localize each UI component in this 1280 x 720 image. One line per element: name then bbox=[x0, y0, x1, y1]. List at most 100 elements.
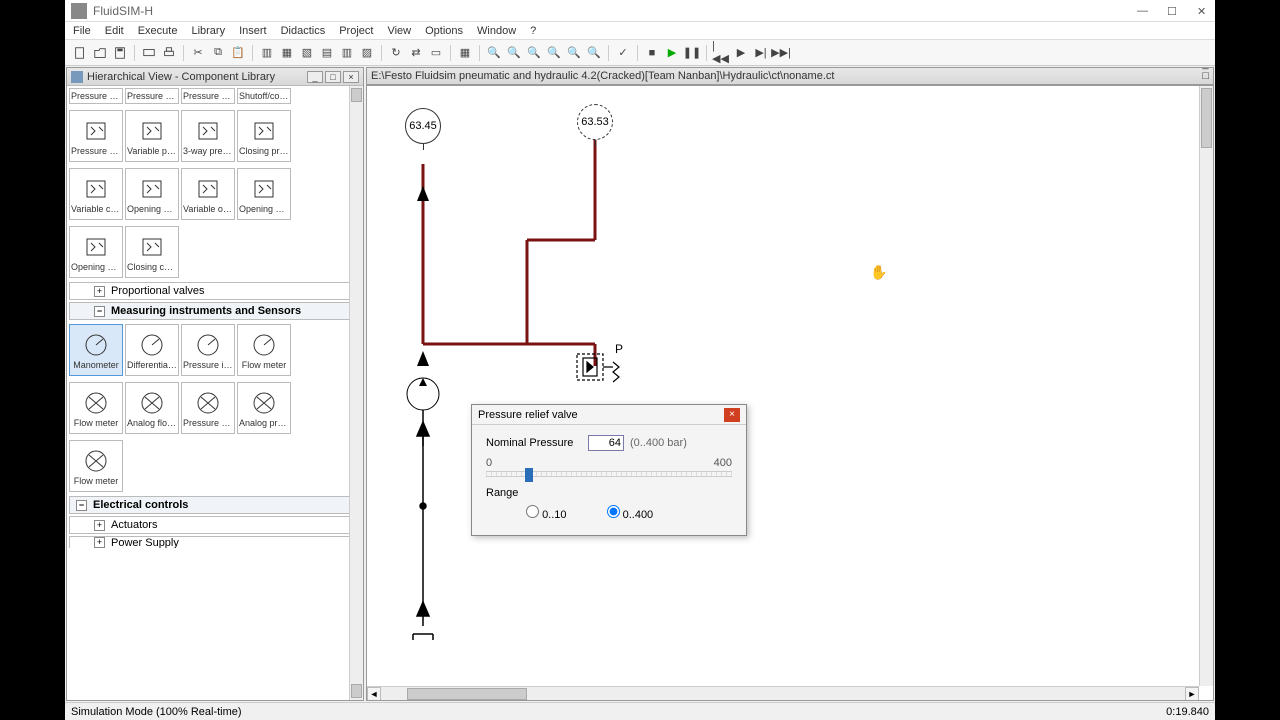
play-icon[interactable]: ▶ bbox=[663, 44, 681, 62]
new-icon[interactable] bbox=[71, 44, 89, 62]
menu-insert[interactable]: Insert bbox=[239, 25, 267, 37]
dialog-titlebar[interactable]: Pressure relief valve × bbox=[472, 405, 746, 425]
print-preview-icon[interactable] bbox=[140, 44, 158, 62]
menu-edit[interactable]: Edit bbox=[105, 25, 124, 37]
vscroll-thumb[interactable] bbox=[1201, 88, 1212, 148]
align-top-icon[interactable]: ▤ bbox=[318, 44, 336, 62]
print-icon[interactable] bbox=[160, 44, 178, 62]
tree-electrical-controls[interactable]: − Electrical controls bbox=[69, 496, 361, 514]
stop-icon[interactable]: ■ bbox=[643, 44, 661, 62]
scroll-up-button[interactable] bbox=[351, 88, 362, 102]
align-right-icon[interactable]: ▧ bbox=[298, 44, 316, 62]
component-variable-pre-[interactable]: Variable pre... bbox=[125, 110, 179, 162]
component-opening-car-[interactable]: Opening car... bbox=[237, 168, 291, 220]
library-scrollbar[interactable] bbox=[349, 86, 363, 700]
tree-measuring-instruments[interactable]: − Measuring instruments and Sensors bbox=[69, 302, 361, 320]
component-flow-meter[interactable]: Flow meter bbox=[237, 324, 291, 376]
zoom-reduce-icon[interactable]: 🔍 bbox=[585, 44, 603, 62]
component-manometer[interactable]: Manometer bbox=[69, 324, 123, 376]
align-left-icon[interactable]: ▥ bbox=[258, 44, 276, 62]
zoom-out-icon[interactable]: 🔍 bbox=[505, 44, 523, 62]
hscroll-left-button[interactable]: ◄ bbox=[367, 687, 381, 701]
copy-icon[interactable]: ⧉ bbox=[209, 44, 227, 62]
component-differential-[interactable]: Differential ... bbox=[125, 324, 179, 376]
panel-max-button[interactable]: □ bbox=[325, 71, 341, 83]
zoom-in-icon[interactable]: 🔍 bbox=[485, 44, 503, 62]
component-pressure-in-[interactable]: Pressure in... bbox=[181, 324, 235, 376]
scroll-down-button[interactable] bbox=[351, 684, 362, 698]
range-0-400-radio[interactable]: 0..400 bbox=[607, 505, 654, 521]
collapse-icon[interactable]: − bbox=[76, 500, 87, 511]
menu-file[interactable]: File bbox=[73, 25, 91, 37]
group-icon[interactable]: ▭ bbox=[427, 44, 445, 62]
align-mid-icon[interactable]: ▥ bbox=[338, 44, 356, 62]
menu-library[interactable]: Library bbox=[191, 25, 225, 37]
save-icon[interactable] bbox=[111, 44, 129, 62]
paste-icon[interactable]: 📋 bbox=[229, 44, 247, 62]
component-closing-pre-[interactable]: Closing pre... bbox=[237, 110, 291, 162]
open-icon[interactable] bbox=[91, 44, 109, 62]
step-last-icon[interactable]: ▶▶| bbox=[772, 44, 790, 62]
minimize-button[interactable]: — bbox=[1137, 5, 1149, 17]
pressure-slider[interactable] bbox=[486, 471, 732, 477]
expand-icon[interactable]: + bbox=[94, 286, 105, 297]
tree-proportional-valves[interactable]: + Proportional valves bbox=[69, 282, 361, 300]
range-0-10-radio[interactable]: 0..10 bbox=[526, 505, 567, 521]
menu-execute[interactable]: Execute bbox=[138, 25, 178, 37]
component-variable-ope-[interactable]: Variable ope... bbox=[181, 168, 235, 220]
gauge-2[interactable]: 63.53 bbox=[577, 104, 613, 146]
canvas-max-button[interactable]: □ bbox=[1202, 70, 1209, 82]
zoom-fit-icon[interactable]: 🔍 bbox=[525, 44, 543, 62]
expand-icon[interactable]: + bbox=[94, 520, 105, 531]
grid-icon[interactable]: ▦ bbox=[456, 44, 474, 62]
hscroll-right-button[interactable]: ► bbox=[1185, 687, 1199, 701]
zoom-sel-icon[interactable]: 🔍 bbox=[545, 44, 563, 62]
mirror-icon[interactable]: ⇄ bbox=[407, 44, 425, 62]
component-pressure-rel-[interactable]: Pressure rel... bbox=[181, 88, 235, 104]
component-opening-car-[interactable]: Opening car... bbox=[69, 226, 123, 278]
panel-close-button[interactable]: × bbox=[343, 71, 359, 83]
component-closing-cart-[interactable]: Closing cart... bbox=[125, 226, 179, 278]
dialog-close-button[interactable]: × bbox=[724, 408, 740, 422]
menu-view[interactable]: View bbox=[387, 25, 411, 37]
cut-icon[interactable]: ✂ bbox=[189, 44, 207, 62]
component-3-way-press-[interactable]: 3-way press... bbox=[181, 110, 235, 162]
component-pressure-rel-[interactable]: Pressure rel... bbox=[69, 88, 123, 104]
rotate-icon[interactable]: ↻ bbox=[387, 44, 405, 62]
component-shutoff-cou-[interactable]: Shutoff/cou... bbox=[237, 88, 291, 104]
menu-window[interactable]: Window bbox=[477, 25, 516, 37]
diagram-canvas[interactable]: 63.45 63.53 P ✋ Pressure relief valve × bbox=[366, 85, 1214, 701]
component-opening-pre-[interactable]: Opening pre... bbox=[125, 168, 179, 220]
canvas-hscroll[interactable]: ◄ ► bbox=[367, 686, 1199, 700]
slider-thumb[interactable] bbox=[525, 468, 533, 482]
component-flow-meter[interactable]: Flow meter bbox=[69, 440, 123, 492]
component-pressure-se-[interactable]: Pressure se... bbox=[181, 382, 235, 434]
step-fwd-icon[interactable]: ▶| bbox=[752, 44, 770, 62]
nominal-pressure-input[interactable] bbox=[588, 435, 624, 451]
component-flow-meter[interactable]: Flow meter bbox=[69, 382, 123, 434]
step-next-icon[interactable]: ▶ bbox=[732, 44, 750, 62]
menu-help[interactable]: ? bbox=[530, 25, 536, 37]
menu-options[interactable]: Options bbox=[425, 25, 463, 37]
check-icon[interactable]: ✓ bbox=[614, 44, 632, 62]
close-button[interactable]: ✕ bbox=[1197, 5, 1209, 17]
maximize-button[interactable]: ☐ bbox=[1167, 5, 1179, 17]
panel-min-button[interactable]: _ bbox=[307, 71, 323, 83]
pause-icon[interactable]: ❚❚ bbox=[683, 44, 701, 62]
component-analog-pres-[interactable]: Analog pres... bbox=[237, 382, 291, 434]
hscroll-thumb[interactable] bbox=[407, 688, 527, 700]
menu-project[interactable]: Project bbox=[339, 25, 373, 37]
component-pressure-rel-[interactable]: Pressure rel... bbox=[69, 110, 123, 162]
canvas-min-button[interactable]: _ bbox=[1202, 58, 1209, 70]
component-analog-flow-[interactable]: Analog flow ... bbox=[125, 382, 179, 434]
tree-actuators[interactable]: + Actuators bbox=[69, 516, 361, 534]
align-center-icon[interactable]: ▦ bbox=[278, 44, 296, 62]
align-bot-icon[interactable]: ▨ bbox=[358, 44, 376, 62]
gauge-1[interactable]: 63.45 bbox=[405, 108, 441, 150]
menu-didactics[interactable]: Didactics bbox=[281, 25, 326, 37]
zoom-100-icon[interactable]: 🔍 bbox=[565, 44, 583, 62]
canvas-vscroll[interactable] bbox=[1199, 86, 1213, 686]
component-variable-clo-[interactable]: Variable clo... bbox=[69, 168, 123, 220]
step-first-icon[interactable]: |◀◀ bbox=[712, 44, 730, 62]
collapse-icon[interactable]: − bbox=[94, 306, 105, 317]
